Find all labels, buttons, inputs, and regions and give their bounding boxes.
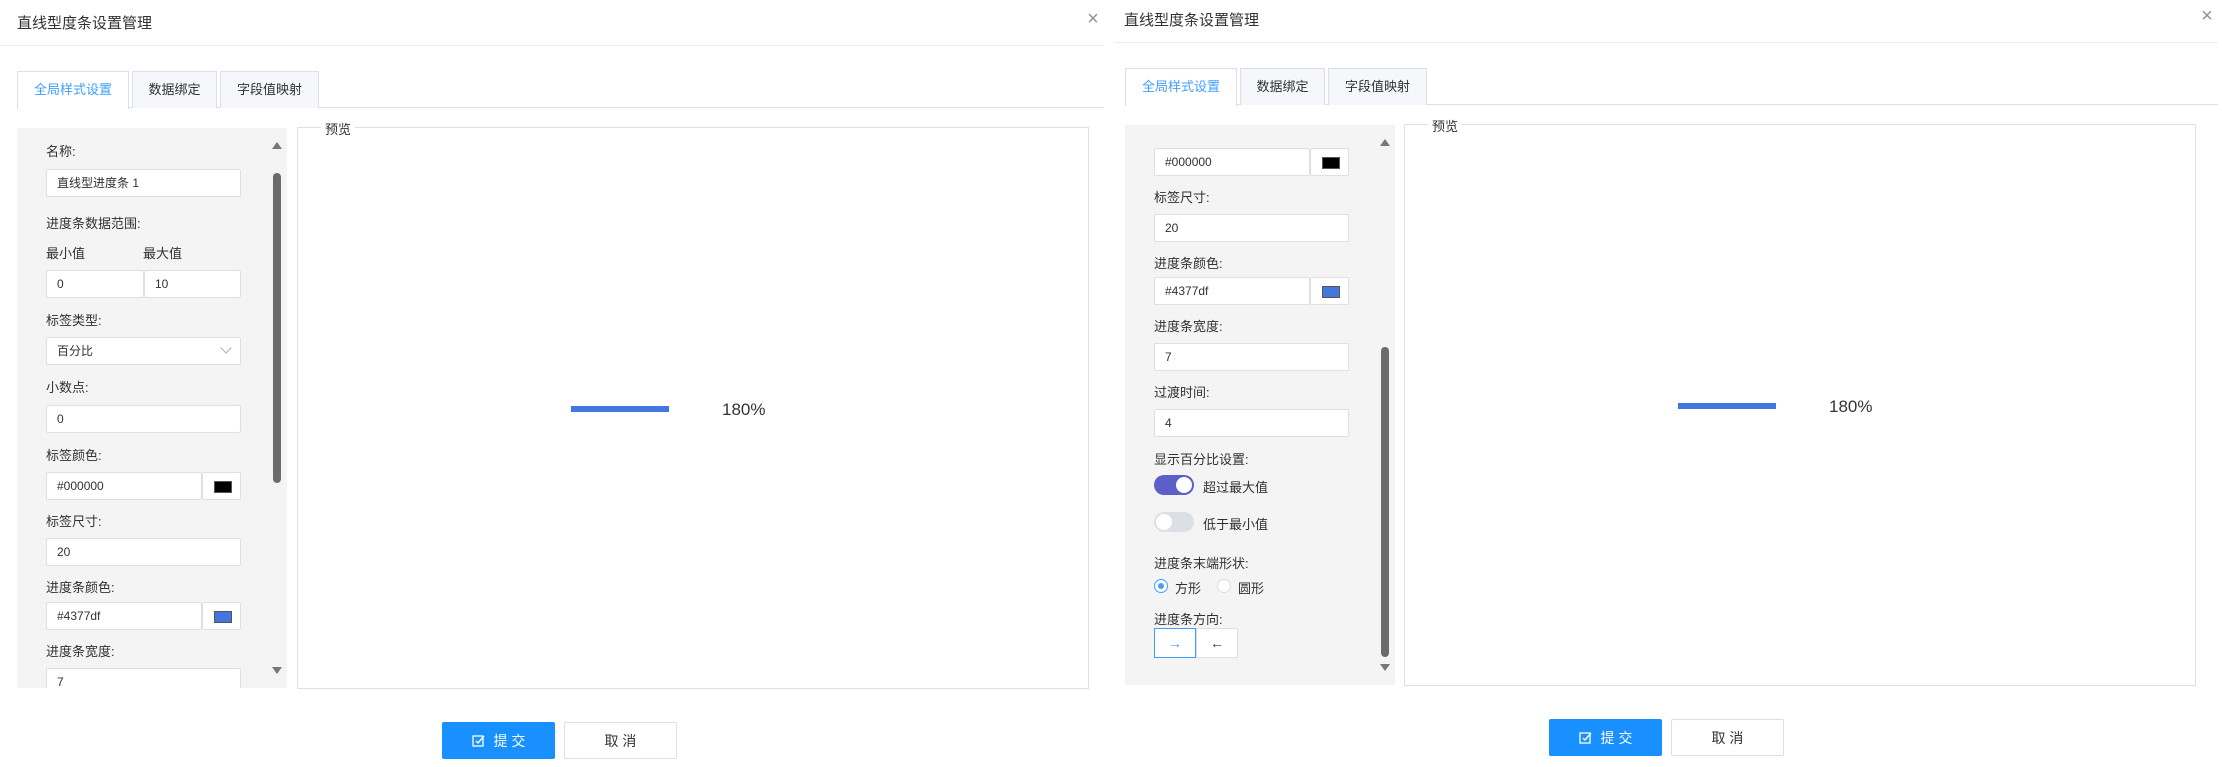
min-label: 最小值: [46, 246, 86, 261]
shape-round-label: 圆形: [1238, 581, 1265, 596]
scrollbar[interactable]: [1379, 125, 1391, 685]
bar-color-picker[interactable]: [1310, 277, 1349, 305]
progress-label: 180%: [722, 400, 766, 419]
tab-field-mapping[interactable]: 字段值映射: [220, 71, 319, 108]
bar-color-label: 进度条颜色:: [46, 580, 115, 595]
close-icon[interactable]: ×: [2196, 5, 2218, 27]
label-color-picker[interactable]: [1310, 148, 1349, 176]
label-size-input[interactable]: 20: [46, 538, 241, 566]
shape-square-radio[interactable]: [1154, 579, 1168, 593]
label-color-label: 标签颜色:: [46, 448, 102, 463]
scroll-thumb[interactable]: [1381, 347, 1389, 657]
percent-display-label: 显示百分比设置:: [1154, 452, 1249, 467]
tab-data-binding[interactable]: 数据绑定: [1240, 68, 1325, 105]
name-input[interactable]: 直线型进度条 1: [46, 169, 241, 197]
tab-field-mapping[interactable]: 字段值映射: [1328, 68, 1427, 105]
bar-color-input[interactable]: #4377df: [46, 602, 202, 630]
close-icon[interactable]: ×: [1082, 8, 1104, 30]
progress-bar: [1678, 403, 1776, 409]
preview-panel: 预览 180%: [297, 119, 1089, 689]
label-size-input[interactable]: 20: [1154, 214, 1349, 242]
divider: [0, 45, 1104, 46]
shape-square-label: 方形: [1175, 581, 1202, 596]
over-max-label: 超过最大值: [1203, 480, 1269, 495]
bar-color-label: 进度条颜色:: [1154, 256, 1223, 271]
end-shape-label: 进度条末端形状:: [1154, 556, 1249, 571]
scroll-thumb[interactable]: [273, 173, 281, 483]
preview-panel: 预览 180%: [1404, 116, 2196, 686]
max-input[interactable]: 10: [144, 270, 241, 298]
settings-dialog-right: 直线型度条设置管理 × 全局样式设置 数据绑定 字段值映射 #000000 标签…: [1114, 0, 2218, 767]
settings-dialog-left: 直线型度条设置管理 × 全局样式设置 数据绑定 字段值映射 名称: 直线型进度条…: [0, 0, 1104, 767]
bar-color-swatch: [1322, 286, 1340, 298]
bar-color-picker[interactable]: [202, 602, 241, 630]
switch-knob: [1156, 514, 1172, 530]
min-input[interactable]: 0: [46, 270, 144, 298]
label-color-swatch: [214, 481, 232, 493]
preview-legend: 预览: [321, 119, 356, 138]
cancel-button[interactable]: 取 消: [564, 722, 677, 759]
shape-round-radio[interactable]: [1217, 579, 1231, 593]
divider: [1114, 42, 2218, 43]
switch-knob: [1176, 477, 1192, 493]
scrollbar[interactable]: [271, 128, 283, 688]
bar-width-label: 进度条宽度:: [46, 644, 115, 659]
transition-label: 过渡时间:: [1154, 385, 1210, 400]
over-max-switch[interactable]: [1154, 475, 1194, 495]
range-label: 进度条数据范围:: [46, 216, 141, 231]
scroll-down-icon[interactable]: [272, 667, 282, 674]
label-type-value: 百分比: [57, 344, 94, 358]
label-color-swatch: [1322, 157, 1340, 169]
name-label: 名称:: [46, 144, 76, 159]
tab-bar: 全局样式设置 数据绑定 字段值映射: [17, 71, 1104, 109]
scroll-up-icon[interactable]: [272, 142, 282, 149]
bar-color-input[interactable]: #4377df: [1154, 277, 1310, 305]
progress-label: 180%: [1829, 397, 1873, 416]
style-form-panel: 名称: 直线型进度条 1 进度条数据范围: 最小值 最大值 0 10 标签类型:…: [17, 128, 287, 688]
scroll-down-icon[interactable]: [1380, 664, 1390, 671]
label-size-label: 标签尺寸:: [46, 514, 102, 529]
edit-check-icon: [1578, 731, 1592, 744]
label-color-input[interactable]: #000000: [46, 472, 202, 500]
label-type-select[interactable]: 百分比: [46, 337, 241, 365]
label-color-input[interactable]: #000000: [1154, 148, 1310, 176]
progress-bar: [571, 406, 669, 412]
label-type-label: 标签类型:: [46, 313, 102, 328]
arrow-left-icon: ←: [1210, 635, 1224, 651]
bar-color-swatch: [214, 611, 232, 623]
tab-global-style[interactable]: 全局样式设置: [1125, 68, 1237, 106]
submit-label: 提 交: [1600, 729, 1633, 746]
max-label: 最大值: [143, 246, 183, 261]
tab-global-style[interactable]: 全局样式设置: [17, 71, 129, 109]
direction-label: 进度条方向:: [1154, 612, 1223, 627]
label-color-picker[interactable]: [202, 472, 241, 500]
style-form-panel: #000000 标签尺寸: 20 进度条颜色: #4377df 进度条宽度: 7…: [1125, 125, 1395, 685]
under-min-switch[interactable]: [1154, 512, 1194, 532]
submit-button[interactable]: 提 交: [442, 722, 555, 759]
bar-width-input[interactable]: 7: [1154, 343, 1349, 371]
tab-data-binding[interactable]: 数据绑定: [132, 71, 217, 108]
submit-label: 提 交: [493, 732, 526, 749]
scroll-up-icon[interactable]: [1380, 139, 1390, 146]
chevron-down-icon: [220, 342, 232, 354]
tab-bar: 全局样式设置 数据绑定 字段值映射: [1125, 68, 2218, 106]
dialog-title: 直线型度条设置管理: [1124, 12, 1260, 29]
transition-input[interactable]: 4: [1154, 409, 1349, 437]
under-min-label: 低于最小值: [1203, 517, 1269, 532]
decimal-input[interactable]: 0: [46, 405, 241, 433]
decimal-label: 小数点:: [46, 380, 89, 395]
bar-width-label: 进度条宽度:: [1154, 319, 1223, 334]
preview-legend: 预览: [1428, 116, 1463, 135]
direction-left-button[interactable]: ←: [1196, 628, 1238, 658]
dialog-title: 直线型度条设置管理: [17, 15, 153, 32]
label-size-label: 标签尺寸:: [1154, 190, 1210, 205]
edit-check-icon: [471, 734, 485, 747]
arrow-right-icon: →: [1168, 635, 1182, 651]
cancel-button[interactable]: 取 消: [1671, 719, 1784, 756]
direction-right-button[interactable]: →: [1154, 628, 1196, 658]
bar-width-input[interactable]: 7: [46, 668, 241, 688]
submit-button[interactable]: 提 交: [1549, 719, 1662, 756]
